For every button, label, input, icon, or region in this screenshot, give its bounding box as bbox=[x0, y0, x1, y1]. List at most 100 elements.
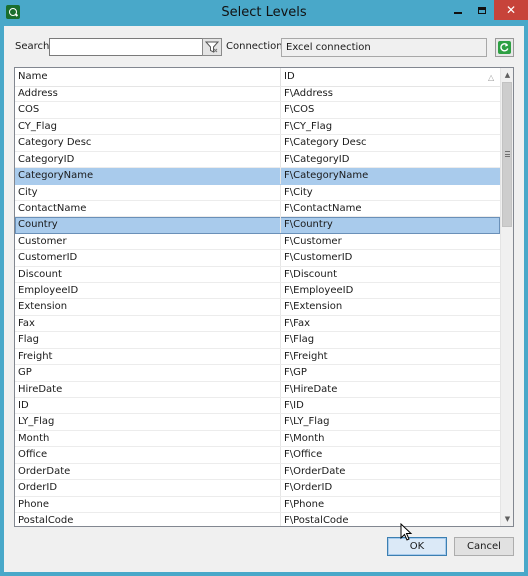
cell-name: Country bbox=[18, 219, 58, 231]
grip-icon bbox=[505, 151, 510, 157]
table-row[interactable]: CustomerID F\CustomerID bbox=[15, 250, 500, 267]
cell-name: COS bbox=[18, 104, 40, 116]
cell-name: LY_Flag bbox=[18, 416, 55, 428]
table-row[interactable]: ContactName F\ContactName bbox=[15, 200, 500, 218]
cell-name: PostalCode bbox=[18, 514, 74, 526]
cell-id: F\GP bbox=[284, 367, 307, 379]
table-row[interactable]: Extension F\Extension bbox=[15, 299, 500, 316]
cell-name: Office bbox=[18, 449, 48, 461]
cell-name: Customer bbox=[18, 235, 67, 247]
table-row[interactable]: ID F\ID bbox=[15, 398, 500, 415]
table-row[interactable]: COS F\COS bbox=[15, 102, 500, 119]
cell-name: City bbox=[18, 186, 38, 198]
table-row[interactable]: OrderDate F\OrderDate bbox=[15, 463, 500, 481]
cell-id: F\Category Desc bbox=[284, 137, 367, 149]
table-header: Name ID △ bbox=[15, 68, 500, 87]
connection-field: Excel connection bbox=[281, 38, 487, 57]
cell-id: F\PostalCode bbox=[284, 514, 349, 526]
cell-name: CategoryName bbox=[18, 170, 94, 182]
table-row[interactable]: Phone F\Phone bbox=[15, 496, 500, 513]
table-row[interactable]: Address F\Address bbox=[15, 86, 500, 103]
cell-name: Flag bbox=[18, 334, 40, 346]
cancel-button[interactable]: Cancel bbox=[454, 537, 514, 556]
cell-name: CategoryID bbox=[18, 153, 75, 165]
table-row[interactable]: Customer F\Customer bbox=[15, 233, 500, 251]
table-row[interactable]: Discount F\Discount bbox=[15, 266, 500, 284]
cell-name: Phone bbox=[18, 498, 49, 510]
table-row[interactable]: OrderID F\OrderID bbox=[15, 480, 500, 497]
cell-id: F\CategoryName bbox=[284, 170, 369, 182]
cell-id: F\City bbox=[284, 186, 313, 198]
close-icon: ✕ bbox=[505, 3, 517, 17]
cell-name: Extension bbox=[18, 301, 68, 313]
dialog-body: Search Connection Excel connection Name … bbox=[4, 26, 524, 572]
title-bar[interactable]: Select Levels ✕ bbox=[0, 0, 528, 26]
levels-table: Name ID △ Address F\Address COS F\COS CY_Fla… bbox=[14, 67, 514, 527]
cell-id: F\Address bbox=[284, 88, 333, 99]
cell-name: Address bbox=[18, 88, 58, 99]
table-row[interactable]: CategoryID F\CategoryID bbox=[15, 151, 500, 169]
cell-id: F\ID bbox=[284, 400, 304, 412]
column-header-id[interactable]: ID bbox=[284, 71, 295, 82]
cell-name: HireDate bbox=[18, 383, 63, 395]
cell-id: F\EmployeeID bbox=[284, 285, 354, 297]
search-label: Search bbox=[15, 41, 50, 52]
cell-name: CustomerID bbox=[18, 252, 78, 264]
minimize-icon bbox=[454, 12, 462, 14]
cell-id: F\HireDate bbox=[284, 383, 338, 395]
refresh-button[interactable] bbox=[495, 38, 514, 57]
cell-name: GP bbox=[18, 367, 32, 379]
table-row[interactable]: City F\City bbox=[15, 184, 500, 201]
minimize-button[interactable] bbox=[446, 0, 470, 20]
mouse-pointer-icon bbox=[400, 523, 413, 541]
cell-name: Fax bbox=[18, 317, 35, 329]
cell-id: F\CustomerID bbox=[284, 252, 353, 264]
table-row[interactable]: Flag F\Flag bbox=[15, 332, 500, 349]
ok-button[interactable]: OK bbox=[387, 537, 447, 556]
table-row[interactable]: EmployeeID F\EmployeeID bbox=[15, 283, 500, 300]
cell-id: F\Extension bbox=[284, 301, 343, 313]
cell-id: F\Freight bbox=[284, 350, 328, 362]
scroll-up-arrow-icon[interactable]: ▲ bbox=[501, 68, 513, 82]
vertical-scrollbar[interactable]: ▲ ▼ bbox=[500, 68, 513, 526]
table-row[interactable]: HireDate F\HireDate bbox=[15, 381, 500, 399]
table-row[interactable]: Office F\Office bbox=[15, 447, 500, 464]
cell-name: Discount bbox=[18, 268, 62, 280]
maximize-button[interactable] bbox=[470, 0, 494, 20]
table-row[interactable]: Fax F\Fax bbox=[15, 315, 500, 333]
cell-name: Freight bbox=[18, 350, 53, 362]
refresh-icon bbox=[500, 43, 509, 52]
table-row[interactable]: Country F\Country bbox=[15, 217, 500, 234]
close-button[interactable]: ✕ bbox=[494, 0, 528, 20]
table-row[interactable]: CategoryName F\CategoryName bbox=[15, 168, 500, 185]
cell-name: Category Desc bbox=[18, 137, 92, 149]
cell-name: ID bbox=[18, 400, 29, 412]
table-row[interactable]: GP F\GP bbox=[15, 365, 500, 382]
cell-id: F\Office bbox=[284, 449, 323, 461]
table-rows: Address F\Address COS F\COS CY_Flag F\CY_Flag… bbox=[15, 86, 500, 526]
cell-name: Month bbox=[18, 432, 50, 444]
cell-id: F\OrderID bbox=[284, 482, 333, 494]
search-input[interactable] bbox=[49, 38, 207, 56]
table-row[interactable]: PostalCode F\PostalCode bbox=[15, 512, 500, 526]
cell-id: F\CY_Flag bbox=[284, 120, 333, 132]
cell-name: CY_Flag bbox=[18, 120, 57, 132]
cell-id: F\Flag bbox=[284, 334, 315, 346]
scroll-down-arrow-icon[interactable]: ▼ bbox=[501, 512, 513, 526]
cell-id: F\Discount bbox=[284, 268, 338, 280]
table-row[interactable]: CY_Flag F\CY_Flag bbox=[15, 118, 500, 136]
table-row[interactable]: Category Desc F\Category Desc bbox=[15, 135, 500, 152]
table-row[interactable]: LY_Flag F\LY_Flag bbox=[15, 414, 500, 431]
cell-id: F\CategoryID bbox=[284, 153, 350, 165]
scrollbar-thumb[interactable] bbox=[502, 82, 512, 227]
cell-id: F\Phone bbox=[284, 498, 325, 510]
maximize-icon bbox=[478, 6, 486, 14]
filter-button[interactable] bbox=[202, 38, 222, 56]
cell-id: F\COS bbox=[284, 104, 315, 116]
column-header-name[interactable]: Name bbox=[18, 71, 48, 82]
table-row[interactable]: Freight F\Freight bbox=[15, 348, 500, 366]
funnel-filter-icon bbox=[205, 41, 219, 53]
cell-name: ContactName bbox=[18, 202, 87, 214]
cell-id: F\Country bbox=[284, 219, 333, 231]
table-row[interactable]: Month F\Month bbox=[15, 430, 500, 448]
